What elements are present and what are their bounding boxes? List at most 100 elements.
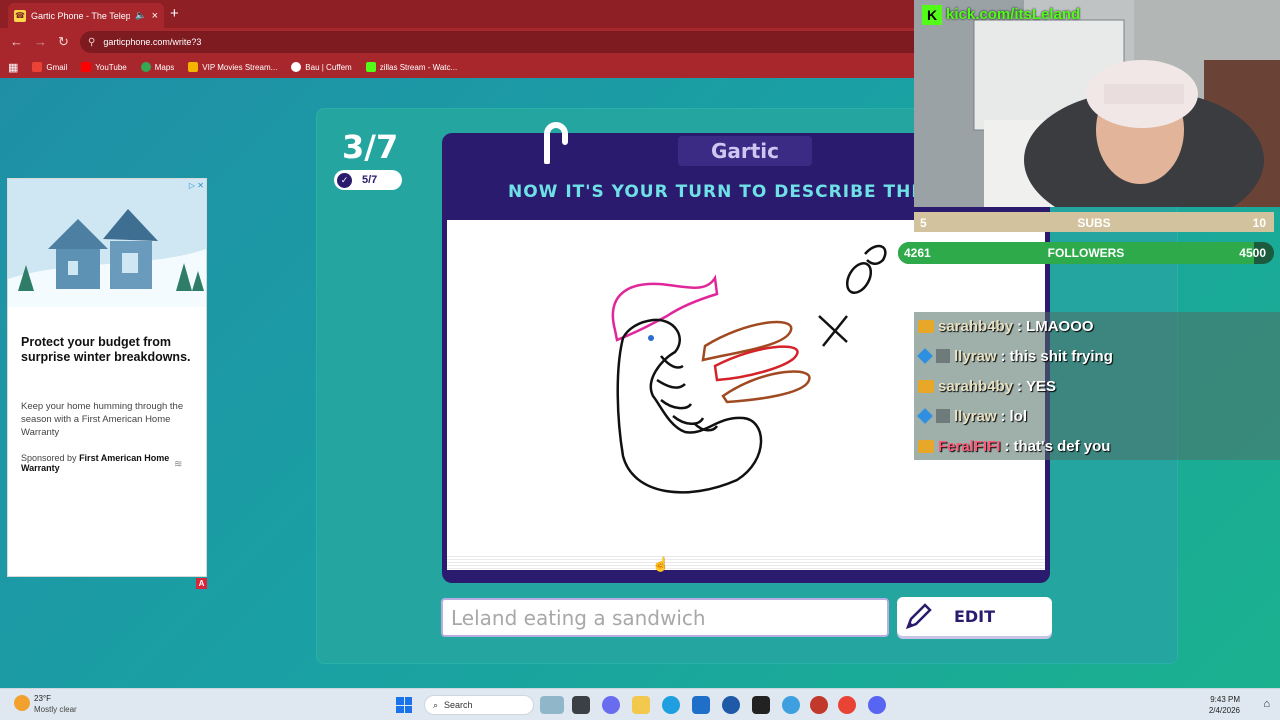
browser-tab-gartic[interactable]: ☎ Gartic Phone - The Telephone 🔈 × xyxy=(8,3,164,28)
ad-badge[interactable]: A xyxy=(196,578,207,589)
weather-condition[interactable]: Mostly clear xyxy=(34,705,77,714)
amazon-icon[interactable] xyxy=(752,696,770,714)
forward-icon[interactable]: → xyxy=(34,34,47,49)
chrome-icon[interactable] xyxy=(838,696,856,714)
chat-message: llyraw: lol xyxy=(917,404,1028,428)
chat-text: this shit frying xyxy=(1009,347,1113,365)
store-icon[interactable] xyxy=(692,696,710,714)
chat-username: llyraw xyxy=(954,407,997,425)
copilot-icon[interactable] xyxy=(602,696,620,714)
file-explorer-icon[interactable] xyxy=(632,696,650,714)
bau-cuffem-icon xyxy=(291,62,302,72)
youtube-icon xyxy=(81,62,92,72)
chat-text: LMAOOO xyxy=(1026,317,1094,335)
weather-temperature[interactable]: 23°F xyxy=(34,694,51,703)
notification-bell-icon[interactable]: ⌂ xyxy=(1263,698,1270,710)
ad-choices-icon[interactable]: ▷ ✕ xyxy=(189,181,204,190)
taskbar-search[interactable]: ⌕ Search xyxy=(424,695,534,715)
avatar-badge-icon xyxy=(936,349,950,363)
bookmark-zillas-stream[interactable]: zillas Stream - Watc... xyxy=(365,62,457,72)
windows-start-icon[interactable] xyxy=(396,697,412,713)
reload-icon[interactable]: ↻ xyxy=(58,34,69,50)
ad-winter-house-image xyxy=(8,179,206,307)
ad-sponsor: Sponsored by First American Home Warrant… xyxy=(21,453,170,473)
edit-button-label: EDIT xyxy=(953,607,996,626)
crown-badge-icon xyxy=(918,319,934,333)
players-done-pill: ✓ 5/7 xyxy=(334,170,402,190)
clock-time: 9:43 PM xyxy=(1210,695,1240,704)
subs-target: 10 xyxy=(1252,216,1266,230)
followers-target: 4500 xyxy=(1239,246,1266,260)
description-input[interactable] xyxy=(441,598,889,637)
chat-text: that's def you xyxy=(1013,437,1111,455)
hp-icon[interactable] xyxy=(722,696,740,714)
drawing-bun-top xyxy=(701,320,793,362)
subs-goal-bar: 5 SUBS 10 xyxy=(914,212,1274,232)
chat-message: sarahb4by: YES xyxy=(918,374,1056,398)
bookmark-maps[interactable]: Maps xyxy=(140,62,174,72)
chat-username: sarahb4by xyxy=(938,317,1014,335)
stream-chat-overlay: sarahb4by: LMAOOO llyraw: this shit fryi… xyxy=(914,312,1280,460)
drawing-eye xyxy=(648,335,654,341)
followers-label: FOLLOWERS xyxy=(1047,246,1125,260)
search-icon: ⌕ xyxy=(433,699,439,710)
close-tab-icon[interactable]: × xyxy=(152,10,158,22)
chat-text: lol xyxy=(1009,407,1028,425)
widgets-icon[interactable] xyxy=(540,696,564,714)
drawing-o-small xyxy=(864,244,887,265)
drawing-teeth xyxy=(656,355,719,432)
maps-icon xyxy=(140,62,151,72)
vip-movies-icon xyxy=(188,62,199,72)
sponsor-logo-icon: ≋ xyxy=(174,459,183,470)
taskbar-clock[interactable]: 9:43 PM 2/4/2026 xyxy=(1209,694,1240,716)
photos-icon[interactable] xyxy=(782,696,800,714)
crown-badge-icon xyxy=(918,379,934,393)
webcam-image xyxy=(914,0,1280,207)
gem-badge-icon xyxy=(917,348,933,364)
bookmark-youtube[interactable]: YouTube xyxy=(81,62,127,72)
webcam-feed xyxy=(914,0,1280,207)
speaker-icon[interactable]: 🔈 xyxy=(135,10,146,21)
weather-icon[interactable] xyxy=(14,695,30,711)
drawing-x xyxy=(818,315,848,347)
drawing-bun-bottom xyxy=(721,370,811,404)
chat-username: llyraw xyxy=(954,347,997,365)
chat-username: FeralFIFI xyxy=(938,437,1001,455)
app-icon[interactable] xyxy=(810,696,828,714)
followers-goal-bar: 4261 FOLLOWERS 4500 xyxy=(898,242,1274,264)
avatar-badge-icon xyxy=(936,409,950,423)
chat-message: FeralFIFI: that's def you xyxy=(918,434,1110,458)
crown-badge-icon xyxy=(918,439,934,453)
back-icon[interactable]: ← xyxy=(10,34,23,49)
task-view-icon[interactable] xyxy=(572,696,590,714)
gmail-icon xyxy=(32,62,43,72)
kick-channel-url: kick.com/itsLeland xyxy=(946,6,1081,23)
kick-logo-icon: K xyxy=(922,5,942,25)
chat-message: sarahb4by: LMAOOO xyxy=(918,314,1094,338)
edit-button[interactable]: EDIT xyxy=(897,597,1052,636)
tab-title: Gartic Phone - The Telephone xyxy=(31,10,131,21)
discord-icon[interactable] xyxy=(868,696,886,714)
apps-grid-icon[interactable]: ▦ xyxy=(8,61,18,74)
url-text: garticphone.com/write?3 xyxy=(103,37,202,47)
sidebar-advertisement[interactable]: ▷ ✕ Protect your budget from surprise wi… xyxy=(7,178,207,577)
bookmark-bau-cuffem[interactable]: Bau | Cuffem xyxy=(291,62,352,72)
taskbar-search-label: Search xyxy=(444,700,473,710)
turn-prompt: NOW IT'S YOUR TURN TO DESCRIBE THIS xyxy=(508,182,932,202)
check-icon: ✓ xyxy=(337,172,352,188)
drawing-o xyxy=(845,262,873,294)
bookmark-gmail[interactable]: Gmail xyxy=(32,62,67,72)
site-info-icon[interactable]: ⚲ xyxy=(88,37,95,48)
ad-headline: Protect your budget from surprise winter… xyxy=(21,335,191,364)
players-done-count: 5/7 xyxy=(362,174,378,186)
clock-date: 2/4/2026 xyxy=(1208,706,1240,715)
new-tab-icon[interactable]: + xyxy=(170,5,179,22)
edge-icon[interactable] xyxy=(662,696,680,714)
subs-label: SUBS xyxy=(1077,216,1111,230)
kick-icon xyxy=(365,62,376,72)
drawing-filling xyxy=(713,345,799,382)
round-counter: 3/7 xyxy=(342,128,399,166)
bookmark-vip-movies[interactable]: VIP Movies Stream... xyxy=(188,62,277,72)
chat-text: YES xyxy=(1026,377,1057,395)
notebook-pages-edge xyxy=(447,556,1045,570)
